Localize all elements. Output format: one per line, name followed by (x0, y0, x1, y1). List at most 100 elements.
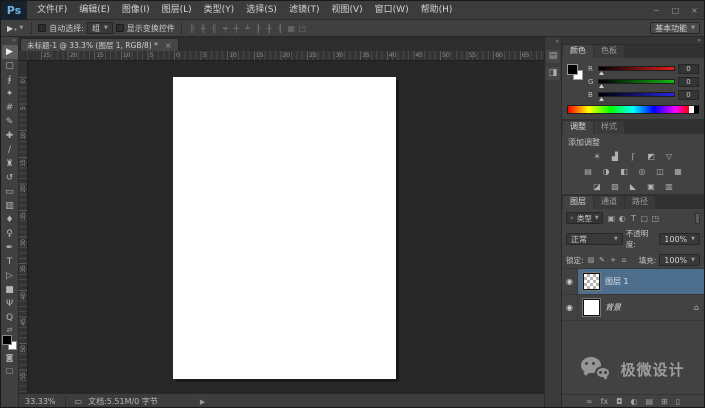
invert-icon[interactable]: ◪ (591, 181, 604, 192)
levels-icon[interactable]: ▟ (609, 151, 622, 162)
color-slider[interactable] (598, 66, 675, 75)
lock-transparent-pixels-icon[interactable]: ▨ (587, 256, 596, 264)
layer-visibility-eye-icon[interactable]: ◉ (562, 295, 578, 320)
auto-select-target-dropdown[interactable]: 组 ▼ (86, 22, 113, 34)
panel-tab[interactable]: 色板 (594, 45, 624, 58)
curves-icon[interactable]: ʃ (627, 151, 640, 162)
spot-healing-brush-tool[interactable]: ✚ (2, 129, 18, 143)
add-layer-mask-button[interactable]: ◘ (616, 395, 622, 407)
path-selection-tool[interactable]: ▷ (2, 269, 18, 283)
align-bottom-edges-icon[interactable]: ┷ (243, 24, 252, 33)
panel-color-swatches[interactable] (567, 64, 583, 80)
channel-value-field[interactable]: 0 (678, 63, 699, 74)
black-white-icon[interactable]: ◧ (618, 166, 631, 177)
gradient-tool[interactable]: ▥ (2, 199, 18, 213)
distribute-right-edges-icon[interactable]: ┨ (276, 24, 285, 33)
color-spectrum-ramp[interactable] (567, 105, 699, 114)
opacity-field[interactable]: 100% ▼ (659, 233, 700, 245)
link-layers-button[interactable]: ∞ (586, 395, 593, 407)
hand-tool[interactable]: Ψ (2, 297, 18, 311)
zoom-level[interactable]: 33.33% (25, 397, 56, 406)
exposure-icon[interactable]: ◩ (645, 151, 658, 162)
rectangle-tool[interactable]: ■ (2, 283, 18, 297)
history-panel-icon[interactable]: ▤ (546, 50, 560, 63)
filter-shape-layers-icon[interactable]: ▢ (639, 214, 650, 223)
layer-visibility-eye-icon[interactable]: ◉ (562, 269, 578, 294)
document-tab[interactable]: 未标题-1 @ 33.3% (图层 1, RGB/8) * × (20, 38, 179, 51)
channel-value-field[interactable]: 0 (678, 89, 699, 100)
new-adjustment-layer-button[interactable]: ◐ (630, 395, 637, 407)
delete-layer-button[interactable]: ▯ (676, 395, 680, 407)
color-lookup-icon[interactable]: ▦ (672, 166, 685, 177)
crop-tool[interactable]: # (2, 101, 18, 115)
menu-item[interactable]: 图像(I) (116, 1, 156, 20)
filter-type-layers-icon[interactable]: T (628, 214, 639, 223)
filter-adjustment-layers-icon[interactable]: ◐ (617, 214, 628, 223)
layer-row[interactable]: ◉ 背景 ⌂ (562, 295, 704, 321)
close-button[interactable]: × (685, 1, 704, 20)
fill-field[interactable]: 100% ▼ (659, 254, 700, 266)
zoom-tool[interactable]: Q (2, 311, 18, 325)
show-transform-checkbox[interactable] (115, 24, 124, 32)
rectangular-marquee-tool[interactable]: ▢ (2, 59, 18, 73)
blur-tool[interactable]: ♦ (2, 213, 18, 227)
type-tool[interactable]: T (2, 255, 18, 269)
layer-thumbnail[interactable] (583, 273, 600, 290)
collapse-panels-icon[interactable]: » (697, 37, 701, 44)
panel-tab[interactable]: 样式 (594, 121, 624, 134)
menu-item[interactable]: 编辑(E) (73, 1, 116, 20)
dodge-tool[interactable]: ♀ (2, 227, 18, 241)
slider-thumb[interactable] (599, 84, 604, 88)
panel-tab[interactable]: 通道 (594, 196, 624, 209)
horizontal-ruler[interactable]: 25 20 15 10 5 0 5 10 15 20 25 30 35 40 45 50 55 60 65 (28, 51, 544, 61)
foreground-color-swatch[interactable] (2, 335, 12, 345)
maximize-button[interactable]: □ (666, 1, 685, 20)
lock-image-pixels-icon[interactable]: ✎ (598, 256, 607, 264)
hue-saturation-icon[interactable]: ▤ (582, 166, 595, 177)
align-top-edges-icon[interactable]: ┯ (221, 24, 230, 33)
menu-item[interactable]: 帮助(H) (415, 1, 459, 20)
new-group-button[interactable]: ▤ (645, 395, 653, 407)
layer-filter-kind-dropdown[interactable]: ⌕ 类型 ▼ (566, 212, 603, 224)
color-balance-icon[interactable]: ◑ (600, 166, 613, 177)
new-layer-button[interactable]: ⊞ (661, 395, 668, 407)
menu-item[interactable]: 视图(V) (325, 1, 368, 20)
channel-value-field[interactable]: 0 (678, 76, 699, 87)
lasso-tool[interactable]: ∮ (2, 73, 18, 87)
quick-selection-tool[interactable]: ✦ (2, 87, 18, 101)
menu-item[interactable]: 选择(S) (240, 1, 283, 20)
move-tool[interactable]: ▶ (1, 45, 18, 59)
photo-filter-icon[interactable]: ◎ (636, 166, 649, 177)
slider-thumb[interactable] (599, 97, 604, 101)
posterize-icon[interactable]: ▨ (609, 181, 622, 192)
arrange-3d-icon[interactable]: ◳ (298, 24, 307, 33)
panel-tab[interactable]: 调整 (563, 121, 593, 134)
panel-tab[interactable]: 图层 (563, 196, 593, 209)
workspace-switcher[interactable]: 基本功能 ▼ (650, 22, 700, 34)
auto-align-layers-icon[interactable]: ▦ (287, 24, 296, 33)
menu-item[interactable]: 图层(L) (156, 1, 198, 20)
quick-mask-button[interactable]: ◙ (2, 351, 18, 364)
clone-stamp-tool[interactable]: ♜ (2, 157, 18, 171)
threshold-icon[interactable]: ◣ (627, 181, 640, 192)
brightness-contrast-icon[interactable]: ☀ (591, 151, 604, 162)
gradient-map-icon[interactable]: ▥ (663, 181, 676, 192)
auto-select-checkbox[interactable] (38, 24, 47, 32)
pen-tool[interactable]: ✒ (2, 241, 18, 255)
vertical-ruler[interactable]: 051015202530354045505560 (19, 61, 28, 393)
layer-style-button[interactable]: fx (601, 395, 609, 407)
minimize-button[interactable]: ─ (647, 1, 666, 20)
toolbar-collapse-icon[interactable]: » (12, 37, 18, 45)
menu-item[interactable]: 窗口(W) (369, 1, 415, 20)
layer-thumbnail[interactable] (583, 299, 600, 316)
menu-item[interactable]: 滤镜(T) (283, 1, 326, 20)
menu-item[interactable]: 文件(F) (31, 1, 73, 20)
layer-filter-toggle[interactable] (695, 212, 700, 224)
color-slider[interactable] (598, 79, 675, 88)
slider-thumb[interactable] (599, 71, 604, 75)
layer-row[interactable]: ◉ 图层 1 (562, 269, 704, 295)
panel-tab[interactable]: 颜色 (563, 45, 593, 58)
align-left-edges-icon[interactable]: ╟ (188, 24, 197, 33)
close-tab-icon[interactable]: × (165, 41, 172, 50)
document-canvas[interactable] (173, 77, 396, 379)
